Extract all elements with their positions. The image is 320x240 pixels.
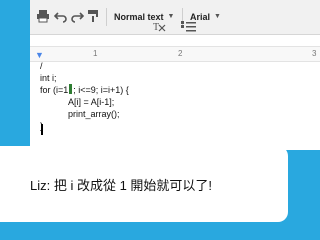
- code-line: /: [40, 61, 43, 71]
- formatting-toolbar: Normal text ▼ Arial ▼ T: [30, 0, 320, 35]
- document-editor-window: Normal text ▼ Arial ▼ T ▼ 1 2 3 / int i; f…: [30, 0, 320, 150]
- code-line: }: [40, 120, 129, 132]
- text-cursor: [41, 124, 43, 135]
- chevron-down-icon: ▼: [214, 13, 221, 20]
- undo-icon[interactable]: [54, 9, 68, 25]
- ruler-tick-1: 1: [93, 49, 98, 58]
- edit-insertion-marker: [69, 84, 73, 94]
- ruler-tick-2: 2: [178, 49, 183, 58]
- code-line: print_array();: [68, 109, 120, 119]
- subtitle-caption: Liz: 把 i 改成從 1 開始就可以了!: [30, 178, 213, 193]
- code-text[interactable]: / int i; for (i=1 ; i<=9; i=i+1) { A[i] =…: [40, 60, 129, 132]
- code-line-for-rest: ; i<=9; i=i+1) {: [73, 85, 129, 95]
- ruler-tick-3: 3: [312, 49, 317, 58]
- code-line-for-start: for (i=1: [40, 85, 69, 95]
- code-line-for: for (i=1 ; i<=9; i=i+1) {: [40, 84, 129, 96]
- toolbar-separator: [106, 8, 107, 26]
- code-line: int i;: [40, 73, 57, 83]
- clear-formatting-icon[interactable]: T: [152, 20, 166, 36]
- code-line: A[i] = A[i-1];: [68, 97, 115, 107]
- print-icon[interactable]: [36, 9, 50, 25]
- redo-icon[interactable]: [70, 9, 84, 25]
- numbered-list-icon[interactable]: [180, 20, 198, 36]
- svg-text:T: T: [153, 22, 159, 32]
- paint-format-icon[interactable]: [86, 9, 100, 25]
- chevron-down-icon: ▼: [167, 13, 175, 20]
